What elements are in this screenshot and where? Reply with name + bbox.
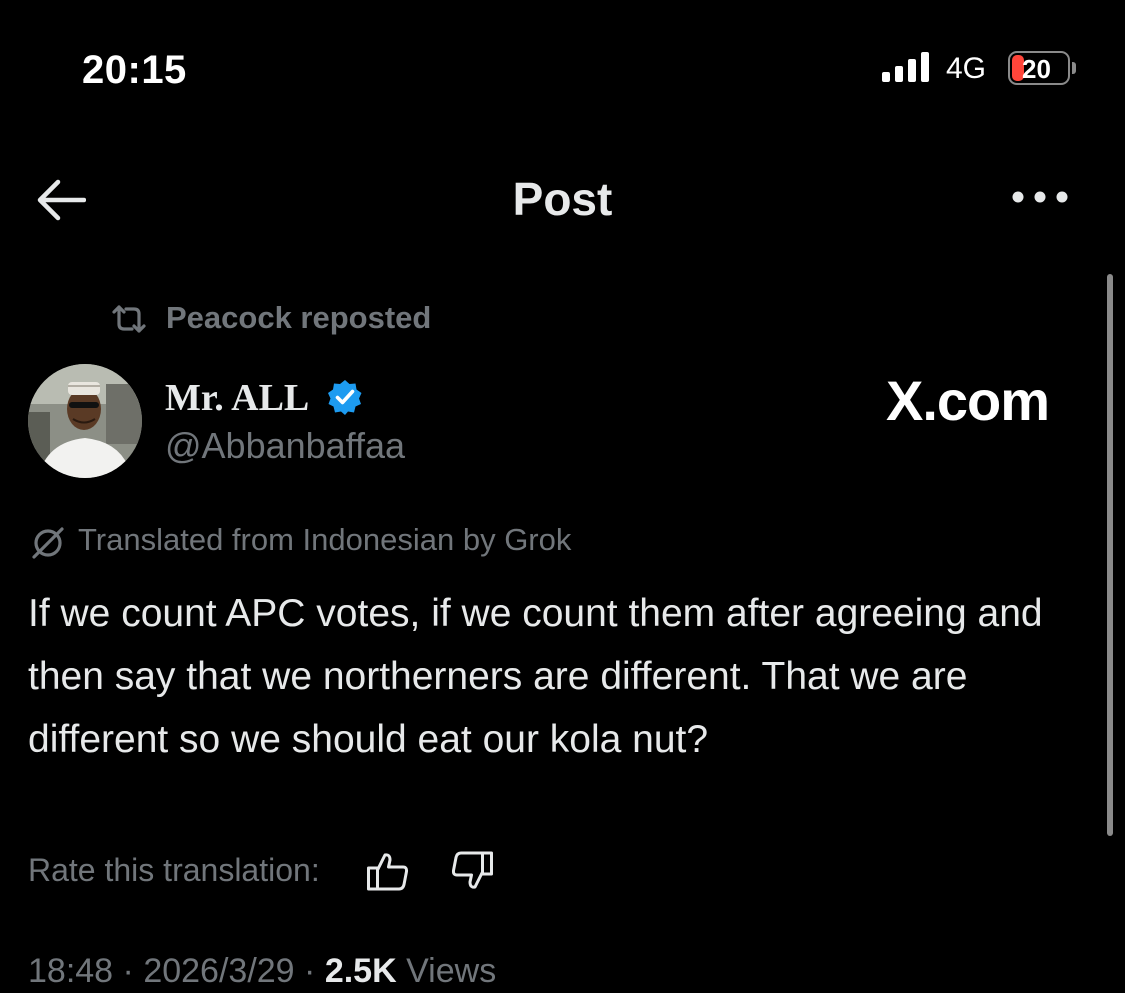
more-options-icon[interactable] xyxy=(1010,182,1070,212)
thumbs-up-icon[interactable] xyxy=(366,850,410,892)
watermark-logo: X.com xyxy=(886,369,1050,432)
scrollbar[interactable] xyxy=(1107,274,1113,836)
translation-note: Translated from Indonesian by Grok xyxy=(78,522,572,557)
status-time: 20:15 xyxy=(82,48,187,92)
network-type: 4G xyxy=(946,52,987,85)
post-text: If we count APC votes, if we count them … xyxy=(28,592,1043,761)
verified-badge-icon xyxy=(328,380,362,415)
page-title: Post xyxy=(512,173,613,225)
thumbs-down-icon[interactable] xyxy=(450,850,494,892)
author-name[interactable]: Mr. ALL xyxy=(165,376,309,420)
views-label: Views xyxy=(406,952,497,990)
post-meta: 18:48 · 2026/3/29 · 2.5K Views xyxy=(28,952,496,991)
battery-icon: 20 xyxy=(1008,51,1070,85)
repost-icon xyxy=(112,305,146,333)
views-count[interactable]: 2.5K xyxy=(325,952,397,990)
battery-cap xyxy=(1072,62,1076,74)
rate-translation-label: Rate this translation: xyxy=(28,852,320,888)
author-handle[interactable]: @Abbanbaffaa xyxy=(165,425,405,467)
avatar-image xyxy=(28,364,142,478)
post-time: 18:48 xyxy=(28,952,114,990)
battery-level: 20 xyxy=(1022,54,1051,84)
separator: · xyxy=(122,952,134,990)
post-date: 2026/3/29 xyxy=(143,952,295,990)
repost-label[interactable]: Peacock reposted xyxy=(166,300,431,336)
grok-icon xyxy=(32,527,64,559)
avatar[interactable] xyxy=(28,364,142,478)
cellular-signal-icon xyxy=(882,52,929,82)
separator: · xyxy=(304,952,316,990)
